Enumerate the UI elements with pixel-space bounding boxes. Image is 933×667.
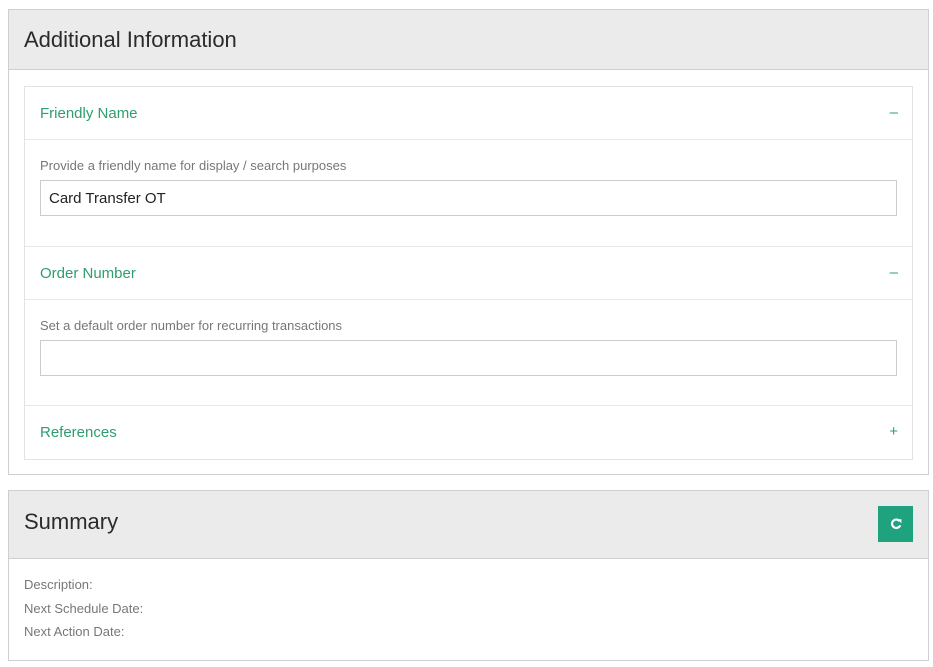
summary-field-list: Description: Next Schedule Date: Next Ac… bbox=[24, 577, 143, 648]
friendly-name-section-title: Friendly Name bbox=[40, 105, 138, 122]
references-section-header[interactable]: References + bbox=[25, 406, 912, 459]
order-number-section-title: Order Number bbox=[40, 265, 136, 282]
collapse-icon[interactable]: – bbox=[890, 264, 898, 281]
references-section-title: References bbox=[40, 424, 117, 441]
order-number-input[interactable] bbox=[40, 340, 897, 376]
expand-icon[interactable]: + bbox=[889, 423, 898, 440]
summary-header: Summary bbox=[9, 491, 928, 559]
refresh-button[interactable] bbox=[878, 506, 913, 542]
next-schedule-date-label: Next Schedule Date: bbox=[24, 600, 144, 616]
order-number-section-body: Set a default order number for recurring… bbox=[25, 300, 912, 406]
additional-information-title: Additional Information bbox=[24, 27, 237, 52]
collapse-icon[interactable]: – bbox=[890, 104, 898, 121]
friendly-name-section-body: Provide a friendly name for display / se… bbox=[25, 140, 912, 247]
next-action-date-label: Next Action Date: bbox=[24, 624, 125, 639]
additional-information-header: Additional Information bbox=[9, 10, 928, 70]
order-number-description: Set a default order number for recurring… bbox=[40, 318, 343, 333]
friendly-name-section-header[interactable]: Friendly Name – bbox=[25, 87, 912, 140]
summary-title: Summary bbox=[24, 509, 119, 534]
additional-information-panel: Additional Information Friendly Name – P… bbox=[8, 9, 929, 475]
summary-panel: Summary Description: Next Schedule Date:… bbox=[8, 490, 929, 661]
description-label: Description: bbox=[24, 577, 93, 592]
additional-information-accordion: Friendly Name – Provide a friendly name … bbox=[24, 86, 913, 460]
order-number-section-header[interactable]: Order Number – bbox=[25, 247, 912, 300]
friendly-name-input[interactable] bbox=[40, 180, 897, 216]
friendly-name-description: Provide a friendly name for display / se… bbox=[40, 158, 347, 173]
refresh-icon bbox=[890, 518, 901, 530]
